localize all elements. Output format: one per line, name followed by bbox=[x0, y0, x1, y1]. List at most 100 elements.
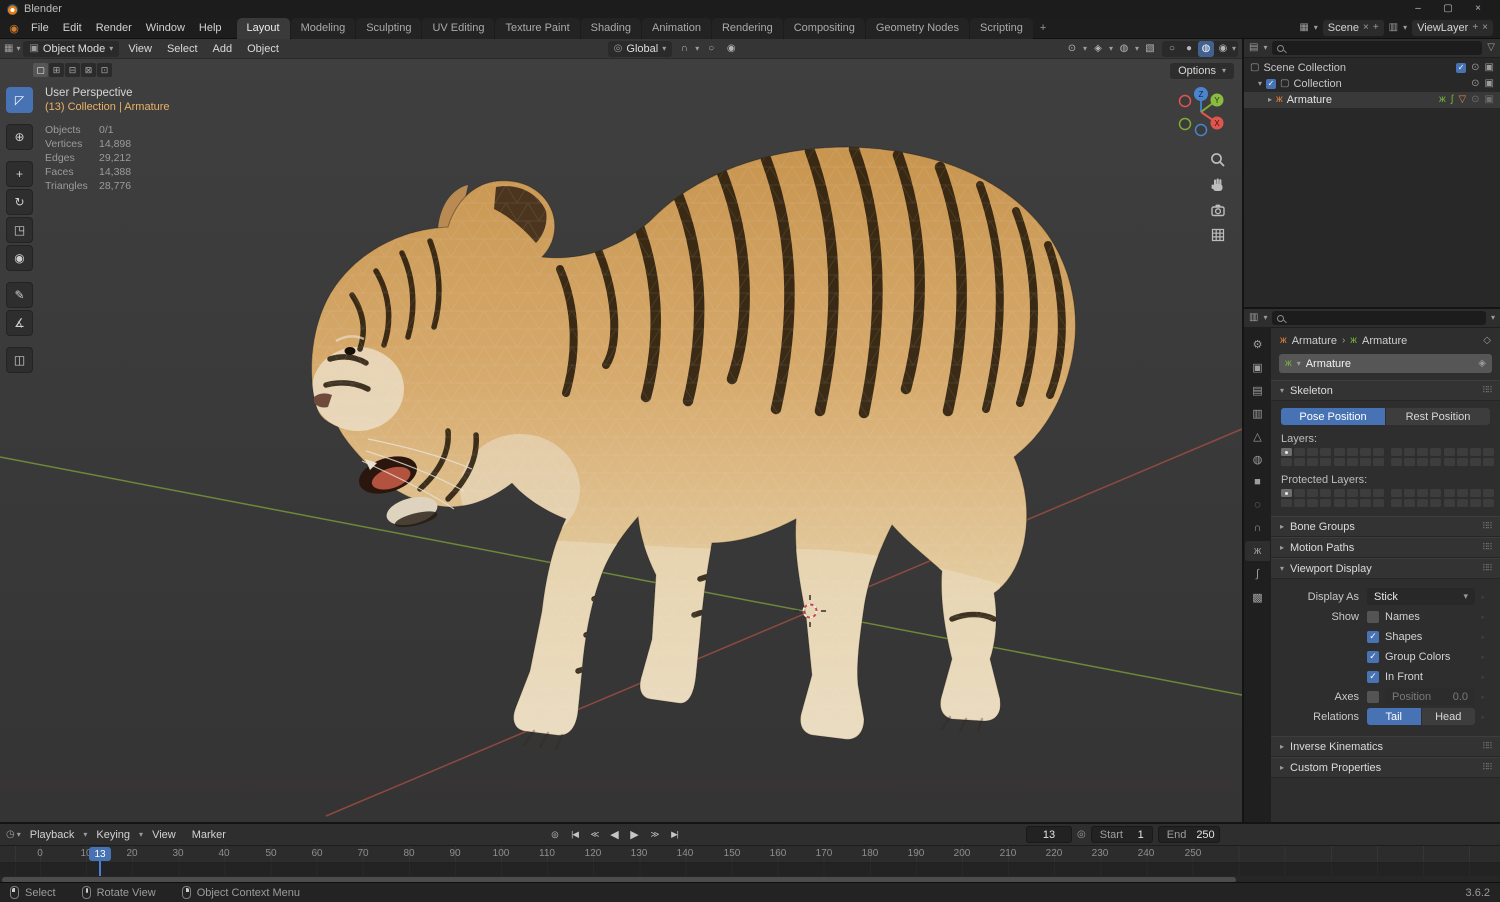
tab-uv-editing[interactable]: UV Editing bbox=[422, 17, 495, 39]
viewport-menu-add[interactable]: Add bbox=[207, 43, 239, 55]
layer-toggle[interactable] bbox=[1281, 458, 1292, 466]
layer-toggle[interactable] bbox=[1417, 458, 1428, 466]
shading-material-icon[interactable]: ◍ bbox=[1198, 40, 1214, 57]
viewlayer-browse-arrow-icon[interactable]: ▾ bbox=[1403, 24, 1407, 32]
shield-icon[interactable]: ◈ bbox=[1478, 358, 1486, 369]
select-mode-extend-icon[interactable]: ⊞ bbox=[49, 63, 64, 77]
layer-toggle[interactable] bbox=[1294, 458, 1305, 466]
protected-layer-toggle[interactable] bbox=[1430, 489, 1441, 497]
tab-animation[interactable]: Animation bbox=[642, 17, 711, 39]
drag-handle-icon[interactable]: ⠿⠿ bbox=[1482, 542, 1493, 553]
drag-handle-icon[interactable]: ⠿⠿ bbox=[1482, 762, 1493, 773]
protected-layer-toggle[interactable] bbox=[1470, 489, 1481, 497]
protected-layer-toggle[interactable] bbox=[1417, 489, 1428, 497]
shading-arrow-icon[interactable]: ▾ bbox=[1232, 44, 1236, 53]
outliner-editor-arrow-icon[interactable]: ▾ bbox=[1263, 44, 1267, 52]
protected-layer-toggle[interactable] bbox=[1281, 499, 1292, 507]
decorator-icon[interactable]: ◦ bbox=[1475, 632, 1490, 642]
navigation-gizmo[interactable]: Z Y X bbox=[1172, 83, 1230, 141]
snap-magnet-icon[interactable]: ∩ bbox=[675, 41, 693, 57]
protected-layer-toggle[interactable] bbox=[1457, 489, 1468, 497]
layer-toggle[interactable] bbox=[1334, 448, 1345, 456]
protected-layer-toggle[interactable] bbox=[1360, 499, 1371, 507]
ptab-scene[interactable]: △ bbox=[1245, 426, 1270, 446]
layer-toggle[interactable] bbox=[1320, 448, 1331, 456]
layer-toggle[interactable] bbox=[1470, 458, 1481, 466]
rest-position-button[interactable]: Rest Position bbox=[1386, 408, 1490, 425]
scene-render[interactable] bbox=[0, 59, 1242, 822]
layer-toggle[interactable] bbox=[1391, 448, 1402, 456]
gizmos-icon[interactable]: ◈ bbox=[1089, 41, 1107, 57]
auto-keying-record-icon[interactable]: ◎ bbox=[546, 826, 563, 843]
panel-inverse-kinematics-header[interactable]: ▸ Inverse Kinematics ⠿⠿ bbox=[1271, 736, 1500, 757]
camera-view-icon[interactable] bbox=[1209, 201, 1227, 219]
scene-browse-icon[interactable]: ▦ bbox=[1299, 23, 1308, 33]
ptab-tool[interactable]: ⚙ bbox=[1245, 334, 1270, 354]
protected-layer-toggle[interactable] bbox=[1281, 489, 1292, 497]
tool-scale[interactable]: ◳ bbox=[6, 217, 33, 243]
timeline-menu-keying[interactable]: Keying bbox=[89, 825, 137, 845]
layer-toggle[interactable] bbox=[1404, 448, 1415, 456]
panel-viewport-display-header[interactable]: ▾ Viewport Display ⠿⠿ bbox=[1271, 558, 1500, 579]
gizmos-arrow-icon[interactable]: ▾ bbox=[1109, 44, 1113, 53]
drag-handle-icon[interactable]: ⠿⠿ bbox=[1482, 521, 1493, 532]
protected-layer-toggle[interactable] bbox=[1360, 489, 1371, 497]
protected-layer-toggle[interactable] bbox=[1307, 489, 1318, 497]
protected-layer-toggle[interactable] bbox=[1417, 499, 1428, 507]
layer-toggle[interactable] bbox=[1457, 448, 1468, 456]
relations-head-button[interactable]: Head bbox=[1421, 708, 1475, 725]
previous-keyframe-button[interactable]: ≪ bbox=[586, 826, 603, 843]
end-frame-field[interactable]: End 250 bbox=[1157, 826, 1220, 843]
snap-arrow-icon[interactable]: ▾ bbox=[695, 44, 699, 53]
outliner-row-collection[interactable]: ▾ ✓ ▢ Collection ⊙ ▣ bbox=[1244, 76, 1500, 92]
outliner-search-input[interactable] bbox=[1272, 41, 1483, 55]
tab-rendering[interactable]: Rendering bbox=[711, 17, 783, 39]
shading-solid-icon[interactable]: ● bbox=[1181, 41, 1197, 57]
layer-toggle[interactable] bbox=[1373, 448, 1384, 456]
decorator-icon[interactable]: ◦ bbox=[1475, 672, 1490, 682]
layer-toggle[interactable] bbox=[1307, 458, 1318, 466]
timeline-editor-icon[interactable]: ◷ bbox=[6, 829, 15, 840]
collapse-arrow-icon[interactable]: ▸ bbox=[1268, 96, 1272, 104]
tab-sculpting[interactable]: Sculpting bbox=[356, 17, 422, 39]
tool-move[interactable]: + bbox=[6, 161, 33, 187]
timeline-editor-arrow-icon[interactable]: ▾ bbox=[17, 830, 21, 839]
tab-modeling[interactable]: Modeling bbox=[290, 17, 356, 39]
menu-edit[interactable]: Edit bbox=[56, 18, 89, 38]
layer-toggle[interactable] bbox=[1373, 458, 1384, 466]
editor-type-icon[interactable]: ▦ bbox=[4, 43, 13, 54]
hide-eye-icon[interactable]: ⊙ bbox=[1471, 63, 1479, 73]
menu-file[interactable]: File bbox=[24, 18, 56, 38]
protected-layer-toggle[interactable] bbox=[1294, 499, 1305, 507]
minimize-button[interactable]: – bbox=[1403, 0, 1433, 18]
layer-toggle[interactable] bbox=[1334, 458, 1345, 466]
names-checkbox[interactable] bbox=[1367, 610, 1379, 623]
transform-orientation-dropdown[interactable]: ◎ Global ▾ bbox=[607, 40, 673, 57]
playhead-line[interactable] bbox=[99, 861, 101, 876]
layer-toggle[interactable] bbox=[1347, 448, 1358, 456]
protected-layer-toggle[interactable] bbox=[1373, 489, 1384, 497]
armature-data-icon[interactable]: ∫ bbox=[1451, 95, 1454, 105]
decorator-icon[interactable]: ◦ bbox=[1475, 592, 1490, 602]
layer-toggle[interactable] bbox=[1430, 448, 1441, 456]
layer-toggle[interactable] bbox=[1307, 448, 1318, 456]
layer-toggle[interactable] bbox=[1320, 458, 1331, 466]
layer-toggle[interactable] bbox=[1281, 448, 1292, 456]
ptab-world[interactable]: ◍ bbox=[1245, 449, 1270, 469]
jump-to-end-button[interactable]: ▶| bbox=[666, 826, 683, 843]
properties-editor-icon[interactable]: ▥ bbox=[1249, 313, 1258, 323]
overlays-icon[interactable]: ◍ bbox=[1115, 41, 1133, 57]
protected-layer-toggle[interactable] bbox=[1430, 499, 1441, 507]
maximize-button[interactable]: ▢ bbox=[1433, 0, 1463, 18]
new-scene-icon[interactable]: + bbox=[1373, 23, 1379, 33]
properties-search-input[interactable] bbox=[1272, 311, 1486, 325]
scene-selector[interactable]: Scene × + bbox=[1322, 20, 1384, 36]
ptab-bone-constraints[interactable]: ∫ bbox=[1245, 564, 1270, 584]
unlink-scene-icon[interactable]: × bbox=[1363, 23, 1369, 33]
ptab-render[interactable]: ▣ bbox=[1245, 357, 1270, 377]
play-reverse-button[interactable]: ◀ bbox=[606, 826, 623, 843]
group-colors-checkbox[interactable]: ✓ bbox=[1367, 650, 1379, 663]
protected-layer-toggle[interactable] bbox=[1483, 489, 1494, 497]
render-camera-icon[interactable]: ▣ bbox=[1485, 79, 1494, 89]
layer-toggle[interactable] bbox=[1347, 458, 1358, 466]
